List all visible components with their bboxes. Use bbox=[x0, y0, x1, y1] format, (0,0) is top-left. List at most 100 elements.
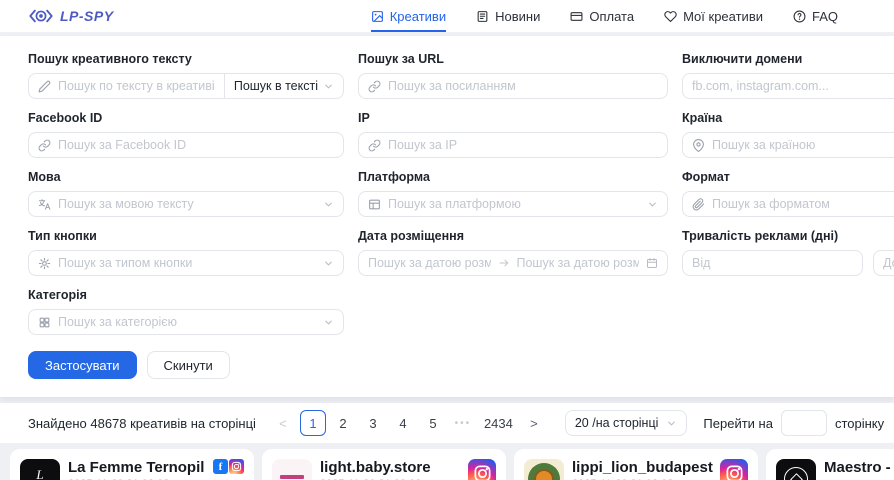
instagram-icon bbox=[229, 459, 244, 474]
reset-button[interactable]: Скинути bbox=[147, 351, 230, 379]
eye-logo-icon bbox=[28, 8, 54, 24]
calendar-icon bbox=[646, 257, 658, 269]
avatar bbox=[776, 459, 816, 480]
filter-ad-duration: Тривалість реклами (дні) bbox=[682, 229, 894, 276]
filter-language: Мова bbox=[28, 170, 344, 217]
top-header: LP-SPY Креативи Новини Оплата Мої креати… bbox=[0, 0, 894, 32]
date-to-input[interactable] bbox=[517, 251, 640, 275]
language-label: Мова bbox=[28, 170, 344, 184]
filter-placement-date: Дата розміщення bbox=[358, 229, 668, 276]
page-4[interactable]: 4 bbox=[390, 410, 416, 436]
creative-text-input[interactable] bbox=[58, 74, 217, 98]
creative-card[interactable]: light.baby.store 2025-11-20 21:02:03 3 d… bbox=[262, 449, 506, 480]
exclude-domains-label: Виключити домени bbox=[682, 52, 894, 66]
avatar-initial: L bbox=[36, 470, 43, 480]
nav-payment-label: Оплата bbox=[589, 9, 634, 24]
language-input[interactable] bbox=[58, 192, 316, 216]
prev-page-button[interactable]: < bbox=[270, 410, 296, 436]
filter-platform: Платформа bbox=[358, 170, 668, 217]
paperclip-icon bbox=[692, 198, 705, 211]
format-input[interactable] bbox=[712, 192, 894, 216]
window-icon bbox=[368, 198, 381, 211]
language-select[interactable] bbox=[28, 191, 344, 217]
avatar bbox=[272, 459, 312, 480]
platform-input[interactable] bbox=[388, 192, 640, 216]
filter-button-type: Тип кнопки bbox=[28, 229, 344, 276]
button-type-input[interactable] bbox=[58, 251, 316, 275]
page-5[interactable]: 5 bbox=[420, 410, 446, 436]
pagination: < 1 2 3 4 5 ••• 2434 > bbox=[270, 410, 547, 436]
goto-prefix-label: Перейти на bbox=[703, 416, 773, 431]
nav-payment[interactable]: Оплата bbox=[570, 0, 634, 32]
avatar: L LA FEMME bbox=[20, 459, 60, 480]
news-icon bbox=[476, 10, 489, 23]
page-3[interactable]: 3 bbox=[360, 410, 386, 436]
duration-to-input[interactable] bbox=[883, 251, 894, 275]
nav-faq[interactable]: FAQ bbox=[793, 0, 838, 32]
button-type-select[interactable] bbox=[28, 250, 344, 276]
duration-from-control bbox=[682, 250, 863, 276]
exclude-domains-input[interactable] bbox=[692, 74, 894, 98]
chevron-down-icon bbox=[647, 199, 658, 210]
format-control bbox=[682, 191, 894, 217]
button-type-label: Тип кнопки bbox=[28, 229, 344, 243]
nav-my-creatives-label: Мої креативи bbox=[683, 9, 763, 24]
page-last[interactable]: 2434 bbox=[480, 410, 517, 436]
text-search-mode-select[interactable]: Пошук в тексті bbox=[224, 74, 343, 98]
facebook-id-control bbox=[28, 132, 344, 158]
filter-exclude-domains: Виключити домени bbox=[682, 52, 894, 99]
facebook-id-input[interactable] bbox=[58, 133, 334, 157]
duration-to-control bbox=[873, 250, 894, 276]
filter-ip: IP bbox=[358, 111, 668, 158]
category-input[interactable] bbox=[58, 310, 316, 334]
logo[interactable]: LP-SPY bbox=[28, 8, 114, 24]
results-bar: Знайдено 48678 креативів на сторінці < 1… bbox=[0, 403, 894, 443]
creative-text-label: Пошук креативного тексту bbox=[28, 52, 344, 66]
ad-duration-label: Тривалість реклами (дні) bbox=[682, 229, 894, 243]
logo-text: LP-SPY bbox=[60, 8, 114, 24]
creative-card[interactable]: L LA FEMME La Femme Ternopil 2025-11-20 … bbox=[10, 449, 254, 480]
creatives-list: L LA FEMME La Femme Ternopil 2025-11-20 … bbox=[0, 443, 894, 480]
format-label: Формат bbox=[682, 170, 894, 184]
duration-from-input[interactable] bbox=[692, 251, 853, 275]
placement-date-label: Дата розміщення bbox=[358, 229, 668, 243]
exclude-domains-control bbox=[682, 73, 894, 99]
next-page-button[interactable]: > bbox=[521, 410, 547, 436]
chevron-down-icon bbox=[323, 199, 334, 210]
nav-my-creatives[interactable]: Мої креативи bbox=[664, 0, 763, 32]
platform-label: Платформа bbox=[358, 170, 668, 184]
ip-input[interactable] bbox=[388, 133, 658, 157]
pencil-icon bbox=[38, 80, 51, 93]
url-label: Пошук за URL bbox=[358, 52, 668, 66]
ip-label: IP bbox=[358, 111, 668, 125]
filter-creative-text: Пошук креативного тексту Пошук в тексті bbox=[28, 52, 344, 99]
goto-page-input[interactable] bbox=[781, 410, 827, 436]
filter-country: Країна bbox=[682, 111, 894, 158]
chevron-down-icon bbox=[323, 81, 334, 92]
url-input[interactable] bbox=[388, 74, 658, 98]
creative-card[interactable]: Maestro - кухні, меблі на замовлення в У… bbox=[766, 449, 894, 480]
nav-news[interactable]: Новини bbox=[476, 0, 540, 32]
filters-panel: Пошук креативного тексту Пошук в тексті … bbox=[0, 36, 894, 397]
advertiser-name: light.baby.store bbox=[320, 459, 460, 476]
chevron-down-icon bbox=[666, 418, 677, 429]
url-control bbox=[358, 73, 668, 99]
country-control bbox=[682, 132, 894, 158]
date-range-picker[interactable] bbox=[358, 250, 668, 276]
platform-select[interactable] bbox=[358, 191, 668, 217]
country-input[interactable] bbox=[712, 133, 894, 157]
facebook-icon: f bbox=[213, 459, 228, 474]
creative-card[interactable]: lippi_lion_budapest 2025-11-20 21:02:03 … bbox=[514, 449, 758, 480]
nav-creatives[interactable]: Креативи bbox=[371, 0, 446, 32]
pagination-ellipsis[interactable]: ••• bbox=[450, 410, 476, 436]
category-select[interactable] bbox=[28, 309, 344, 335]
ip-control bbox=[358, 132, 668, 158]
page-size-select[interactable]: 20 /на сторінці bbox=[565, 410, 688, 436]
apply-button[interactable]: Застосувати bbox=[28, 351, 137, 379]
chevron-down-icon bbox=[323, 258, 334, 269]
advertiser-name: lippi_lion_budapest bbox=[572, 459, 712, 476]
date-from-input[interactable] bbox=[368, 251, 491, 275]
country-label: Країна bbox=[682, 111, 894, 125]
page-2[interactable]: 2 bbox=[330, 410, 356, 436]
page-1[interactable]: 1 bbox=[300, 410, 326, 436]
